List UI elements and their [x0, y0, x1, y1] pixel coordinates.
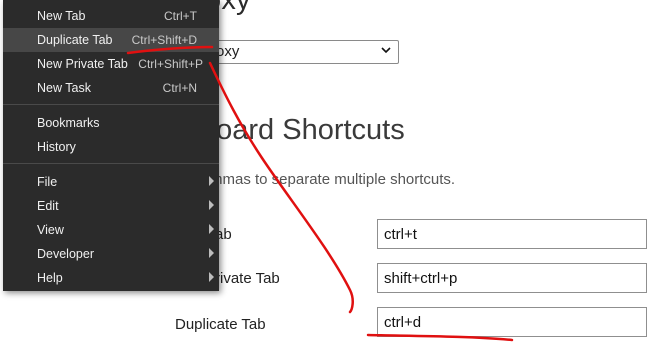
menu-item-view[interactable]: View [3, 218, 219, 242]
chevron-right-icon [209, 200, 214, 210]
new-private-tab-label: rivate Tab [215, 270, 280, 287]
menu-item-new-task[interactable]: New Task Ctrl+N [3, 76, 219, 100]
menu-item-history[interactable]: History [3, 135, 219, 159]
menu-item-file[interactable]: File [3, 170, 219, 194]
menu-item-label: Edit [37, 199, 59, 213]
chevron-right-icon [209, 248, 214, 258]
menu-item-bookmarks[interactable]: Bookmarks [3, 111, 219, 135]
menu-item-shortcut: Ctrl+Shift+P [138, 57, 203, 71]
context-menu: New Tab Ctrl+T Duplicate Tab Ctrl+Shift+… [3, 0, 219, 291]
menu-item-edit[interactable]: Edit [3, 194, 219, 218]
new-private-tab-shortcut-input[interactable]: shift+ctrl+p [377, 263, 647, 293]
menu-item-label: View [37, 223, 64, 237]
menu-separator [3, 163, 219, 164]
menu-item-new-private-tab[interactable]: New Private Tab Ctrl+Shift+P [3, 52, 219, 76]
menu-separator [3, 104, 219, 105]
chevron-down-icon [380, 44, 392, 59]
menu-item-shortcut: Ctrl+N [162, 81, 197, 95]
menu-item-label: New Task [37, 81, 91, 95]
keyboard-shortcuts-heading: board Shortcuts [200, 114, 405, 146]
duplicate-tab-label: Duplicate Tab [175, 316, 266, 333]
menu-item-label: New Private Tab [37, 57, 128, 71]
menu-item-label: Help [37, 271, 63, 285]
menu-item-label: Bookmarks [37, 116, 100, 130]
shortcuts-hint: mmas to separate multiple shortcuts. [210, 171, 456, 188]
menu-item-label: History [37, 140, 76, 154]
duplicate-tab-shortcut-input[interactable]: ctrl+d [377, 307, 647, 337]
menu-item-help[interactable]: Help [3, 266, 219, 290]
menu-item-shortcut: Ctrl+Shift+D [131, 33, 197, 47]
chevron-right-icon [209, 224, 214, 234]
menu-item-developer[interactable]: Developer [3, 242, 219, 266]
proxy-select[interactable]: oxy [207, 40, 399, 64]
menu-item-label: Duplicate Tab [37, 33, 113, 47]
chevron-right-icon [209, 176, 214, 186]
menu-item-new-tab[interactable]: New Tab Ctrl+T [3, 4, 219, 28]
menu-item-duplicate-tab[interactable]: Duplicate Tab Ctrl+Shift+D [3, 28, 219, 52]
menu-item-label: New Tab [37, 9, 86, 23]
menu-item-label: Developer [37, 247, 94, 261]
menu-item-shortcut: Ctrl+T [164, 9, 197, 23]
proxy-select-value: oxy [216, 43, 240, 60]
menu-item-label: File [37, 175, 58, 189]
chevron-right-icon [209, 272, 214, 282]
new-tab-shortcut-input[interactable]: ctrl+t [377, 219, 647, 249]
